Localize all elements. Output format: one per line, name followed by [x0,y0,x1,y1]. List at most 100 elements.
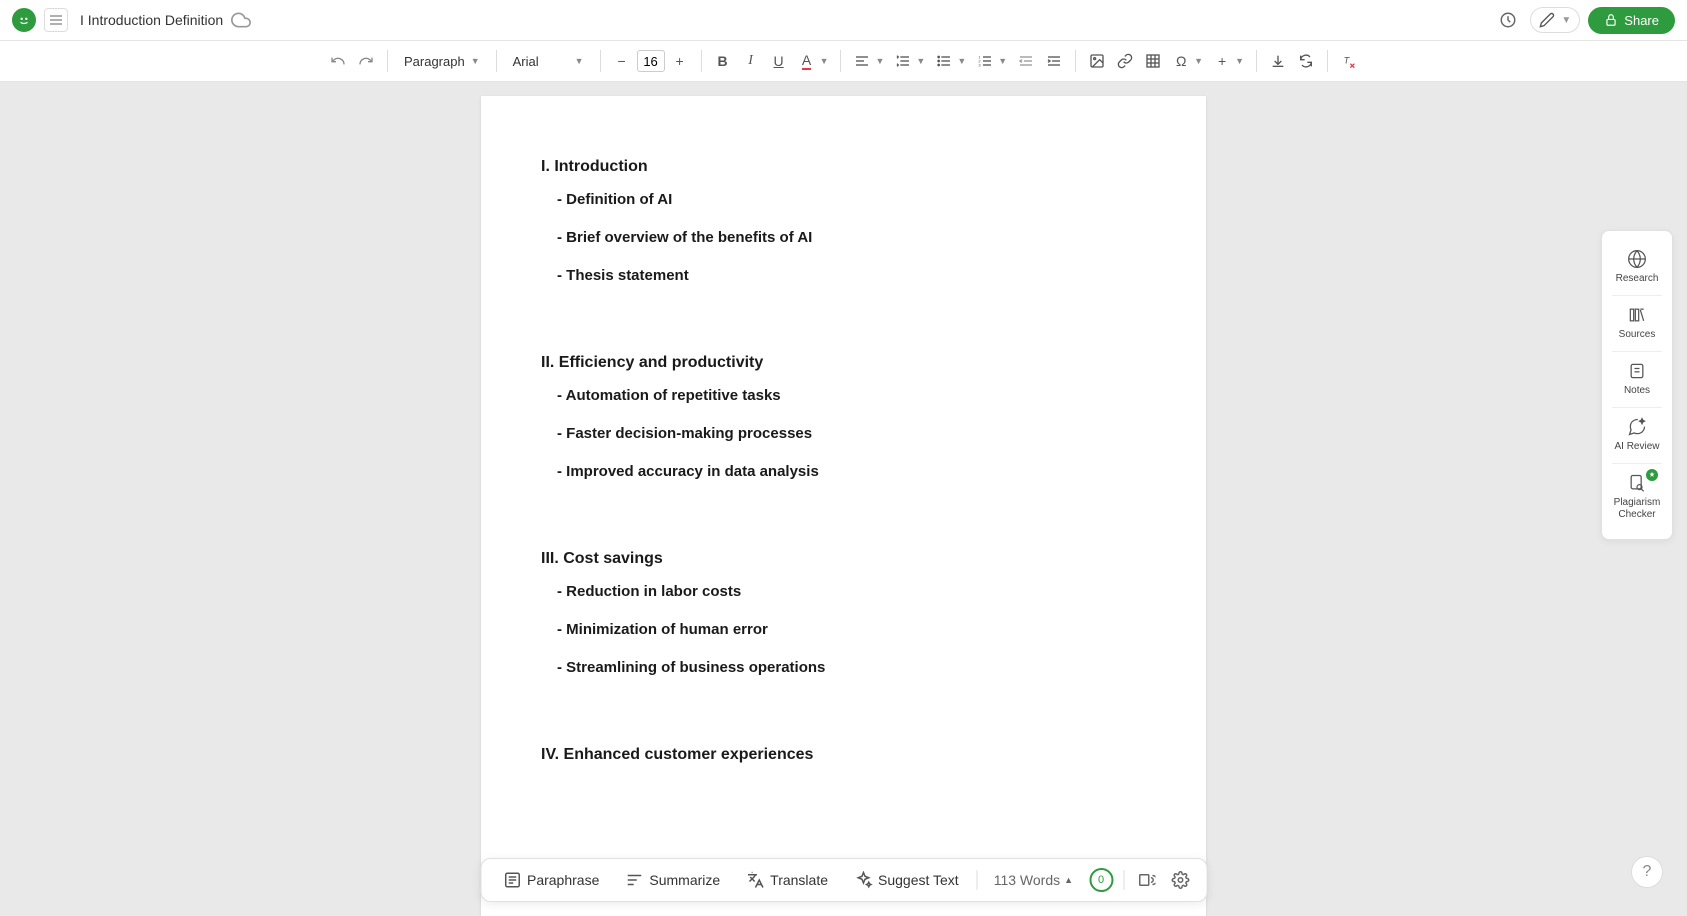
read-aloud-button[interactable] [1134,868,1158,892]
document-title[interactable]: I Introduction Definition [80,12,223,28]
line-spacing-button[interactable] [890,48,916,74]
italic-button[interactable]: I [738,48,764,74]
insert-table-button[interactable] [1140,48,1166,74]
summarize-label: Summarize [649,872,720,888]
section-heading[interactable]: I. Introduction [541,158,1146,176]
doc-bullet[interactable]: - Improved accuracy in data analysis [557,460,1146,484]
doc-bullet[interactable]: - Brief overview of the benefits of AI [557,226,1146,250]
help-button[interactable]: ? [1631,856,1663,888]
doc-bullet[interactable]: - Faster decision-making processes [557,422,1146,446]
chevron-down-icon[interactable]: ▼ [957,56,970,66]
underline-button[interactable]: U [766,48,792,74]
books-icon [1627,305,1647,325]
insert-image-button[interactable] [1084,48,1110,74]
sidebar-item-notes[interactable]: Notes [1602,351,1672,407]
section-heading[interactable]: II. Efficiency and productivity [541,354,1146,372]
summarize-button[interactable]: Summarize [617,867,728,893]
numbered-list-button[interactable]: 123 [972,48,998,74]
format-toolbar: Paragraph ▼ Arial ▼ − + B I U A ▼ ▼ ▼ ▼ … [0,41,1687,82]
svg-text:T: T [1344,56,1351,66]
translate-button[interactable]: Translate [738,867,836,893]
doc-bullet[interactable]: - Definition of AI [557,188,1146,212]
font-size-input[interactable] [637,50,665,72]
sidebar-label: Research [1616,273,1659,285]
chevron-up-icon: ▲ [1064,875,1073,885]
chevron-down-icon[interactable]: ▼ [1235,56,1248,66]
chevron-down-icon[interactable]: ▼ [916,56,929,66]
doc-bullet[interactable]: - Minimization of human error [557,618,1146,642]
settings-button[interactable] [1168,868,1192,892]
document-canvas: I. Introduction - Definition of AI - Bri… [0,82,1687,916]
sidebar-item-research[interactable]: Research [1602,239,1672,295]
indent-button[interactable] [1041,48,1067,74]
align-button[interactable] [849,48,875,74]
edit-mode-dropdown[interactable]: ▼ [1530,7,1580,33]
suggest-icon [854,871,872,889]
globe-icon [1627,249,1647,269]
download-button[interactable] [1265,48,1291,74]
insert-more-button[interactable]: + [1209,48,1235,74]
section-heading[interactable]: IV. Enhanced customer experiences [541,746,1146,764]
help-label: ? [1643,863,1652,881]
translate-label: Translate [770,872,828,888]
summarize-icon [625,871,643,889]
font-select-label: Arial [513,54,539,69]
clear-formatting-button[interactable]: T [1336,48,1362,74]
decrease-font-button[interactable]: − [609,48,635,74]
history-button[interactable] [1494,6,1522,34]
issue-count-value: 0 [1098,874,1104,886]
chevron-down-icon[interactable]: ▼ [1194,56,1207,66]
bullet-list-button[interactable] [931,48,957,74]
pencil-icon [1539,12,1555,28]
sidebar-label: AI Review [1614,441,1659,453]
chevron-down-icon[interactable]: ▼ [820,56,833,66]
sidebar-item-sources[interactable]: Sources [1602,295,1672,351]
bold-button[interactable]: B [710,48,736,74]
style-select-label: Paragraph [404,54,465,69]
doc-bullet[interactable]: - Thesis statement [557,264,1146,288]
word-count-text: 113 Words [994,872,1060,888]
sidebar-item-plagiarism[interactable]: Plagiarism Checker [1602,463,1672,531]
chevron-down-icon: ▼ [1561,15,1571,26]
insert-link-button[interactable] [1112,48,1138,74]
chevron-down-icon: ▼ [471,56,480,66]
badge-icon [1646,469,1658,481]
section-heading[interactable]: III. Cost savings [541,550,1146,568]
undo-button[interactable] [325,48,351,74]
sidebar-item-ai-review[interactable]: AI Review [1602,407,1672,463]
share-button[interactable]: Share [1588,7,1675,34]
increase-font-button[interactable]: + [667,48,693,74]
redo-button[interactable] [353,48,379,74]
doc-bullet[interactable]: - Automation of repetitive tasks [557,384,1146,408]
paraphrase-icon [503,871,521,889]
issue-count-badge[interactable]: 0 [1089,868,1113,892]
document-page[interactable]: I. Introduction - Definition of AI - Bri… [481,96,1206,916]
sidebar-label: Notes [1624,385,1650,397]
chevron-down-icon[interactable]: ▼ [998,56,1011,66]
paragraph-style-select[interactable]: Paragraph ▼ [396,52,488,71]
note-icon [1627,361,1647,381]
document-search-icon [1627,473,1647,493]
outdent-button[interactable] [1013,48,1039,74]
right-sidebar: Research Sources Notes AI Review Plagiar… [1601,230,1673,540]
word-count-display[interactable]: 113 Words ▲ [988,872,1079,888]
paraphrase-button[interactable]: Paraphrase [495,867,607,893]
find-replace-button[interactable] [1293,48,1319,74]
doc-bullet[interactable]: - Streamlining of business operations [557,656,1146,680]
chevron-down-icon[interactable]: ▼ [875,56,888,66]
cloud-sync-icon [231,10,251,30]
suggest-label: Suggest Text [878,872,959,888]
hamburger-menu-button[interactable] [44,8,68,32]
paraphrase-label: Paraphrase [527,872,599,888]
suggest-text-button[interactable]: Suggest Text [846,867,967,893]
insert-symbol-button[interactable]: Ω [1168,48,1194,74]
lock-icon [1604,13,1618,27]
chat-sparkle-icon [1627,417,1647,437]
font-family-select[interactable]: Arial ▼ [505,52,592,71]
header-bar: I Introduction Definition ▼ Share [0,0,1687,41]
doc-bullet[interactable]: - Reduction in labor costs [557,580,1146,604]
text-color-button[interactable]: A [794,48,820,74]
share-label: Share [1624,13,1659,28]
sidebar-label: Sources [1619,329,1656,341]
app-logo-icon[interactable] [12,8,36,32]
